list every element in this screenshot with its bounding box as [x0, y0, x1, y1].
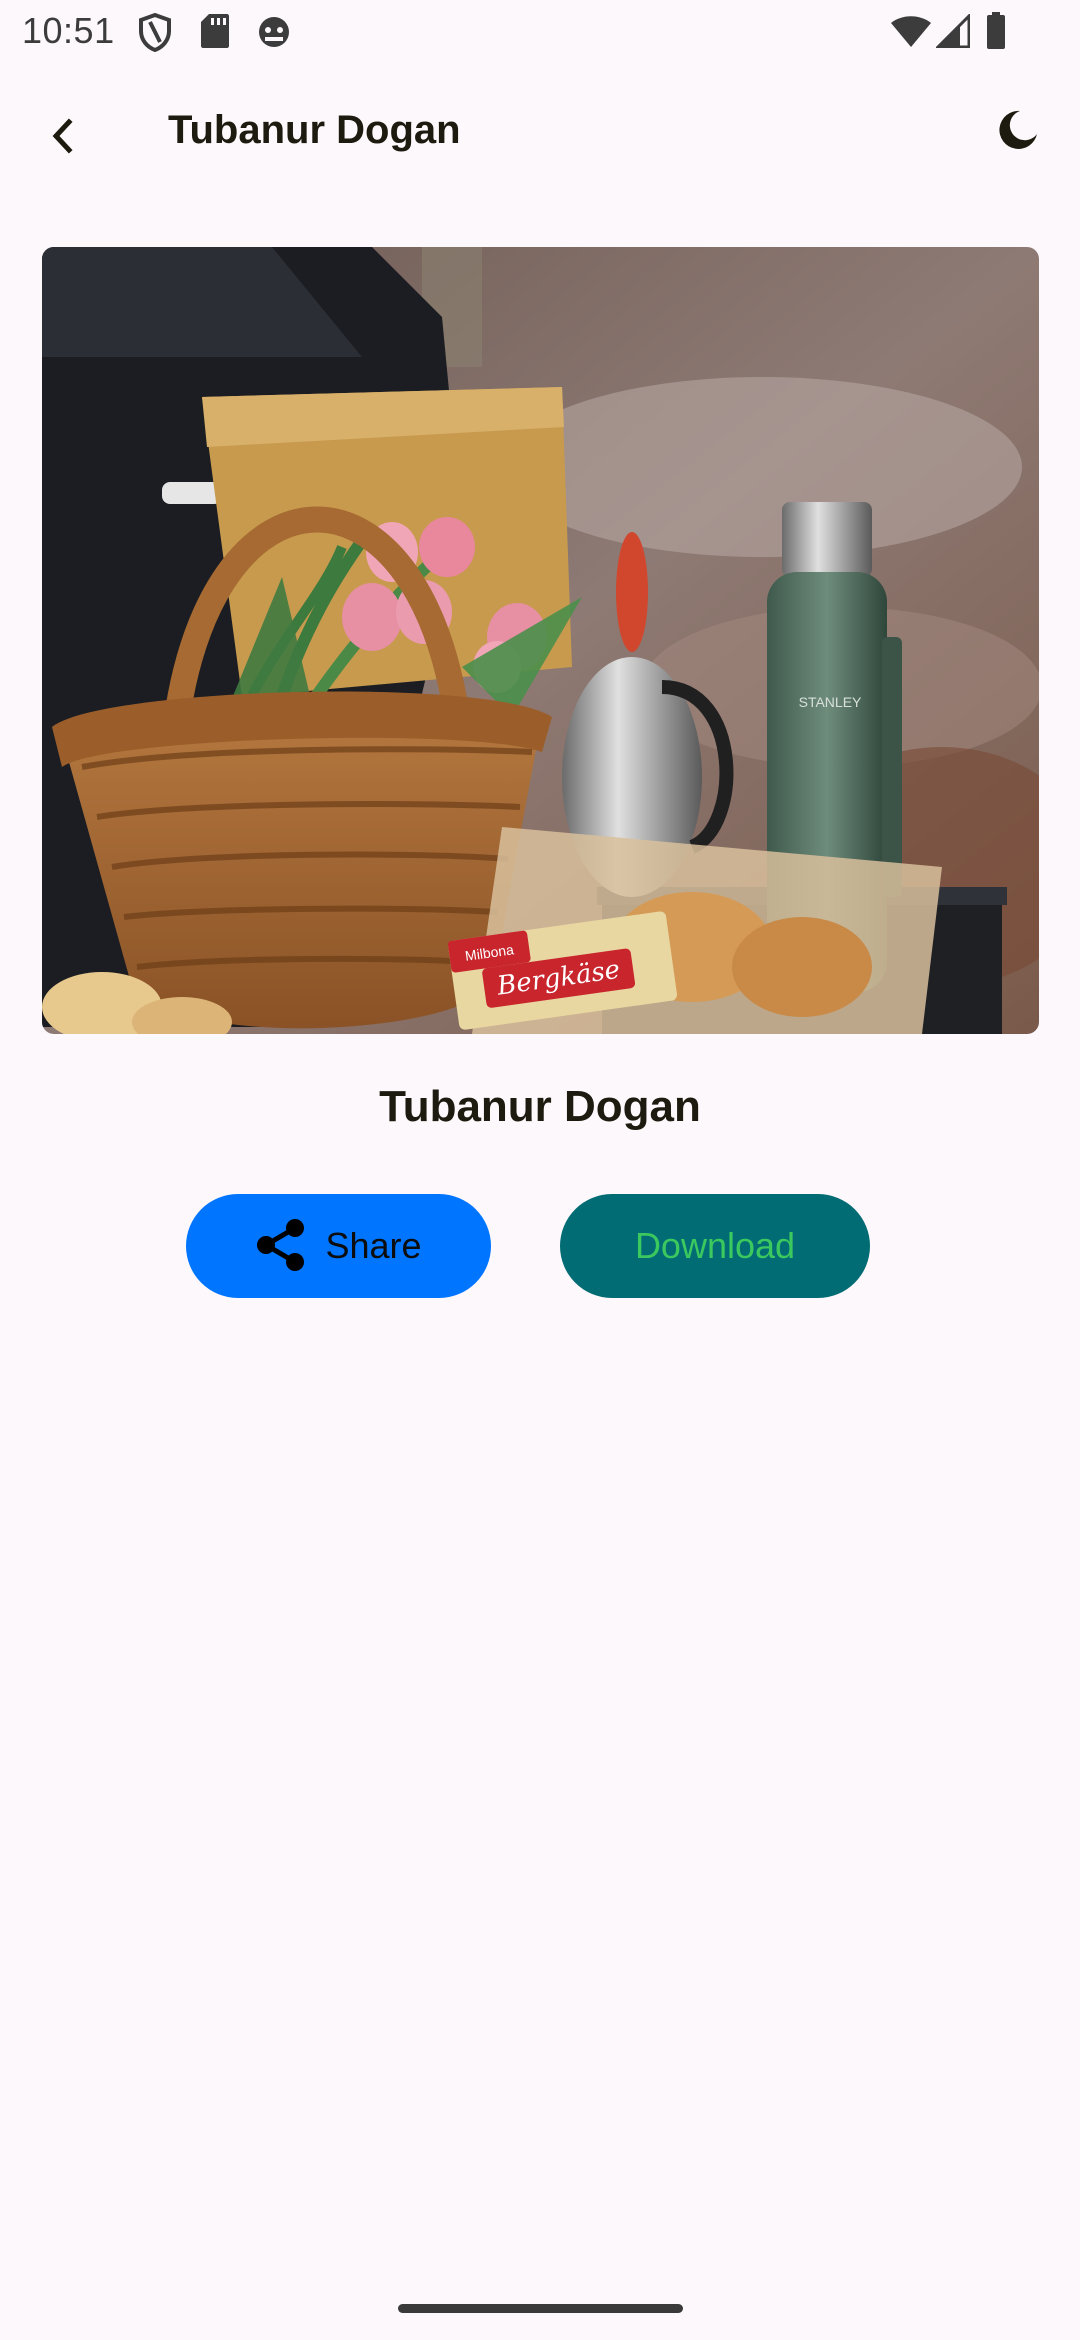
photo-detail-screen: 10:51 Tubanur Dogan STANLEY Milbona Berg… [0, 0, 1080, 2340]
app-bar: Tubanur Dogan [0, 66, 1080, 206]
download-button[interactable]: Download [560, 1194, 870, 1298]
moon-icon [996, 108, 1040, 157]
sd-card-icon [200, 12, 230, 55]
share-button[interactable]: Share [186, 1194, 491, 1298]
gesture-nav-bar[interactable] [398, 2304, 683, 2313]
chevron-left-icon [47, 116, 77, 161]
page-title: Tubanur Dogan [168, 108, 461, 152]
battery-icon [986, 12, 1006, 55]
photo: STANLEY Milbona Bergkäse [42, 247, 1039, 1034]
android-debug-icon [256, 12, 292, 55]
thermos-brand-text: STANLEY [799, 694, 862, 710]
status-bar: 10:51 [0, 0, 1080, 66]
shield-icon [138, 12, 172, 57]
theme-toggle-button[interactable] [986, 100, 1050, 164]
wifi-icon [890, 14, 932, 53]
share-icon [255, 1218, 307, 1275]
share-label: Share [325, 1225, 422, 1266]
signal-icon [934, 12, 971, 53]
status-time: 10:51 [22, 10, 115, 51]
back-button[interactable] [30, 106, 94, 170]
author-name: Tubanur Dogan [379, 1082, 701, 1131]
download-label: Download [634, 1225, 796, 1266]
